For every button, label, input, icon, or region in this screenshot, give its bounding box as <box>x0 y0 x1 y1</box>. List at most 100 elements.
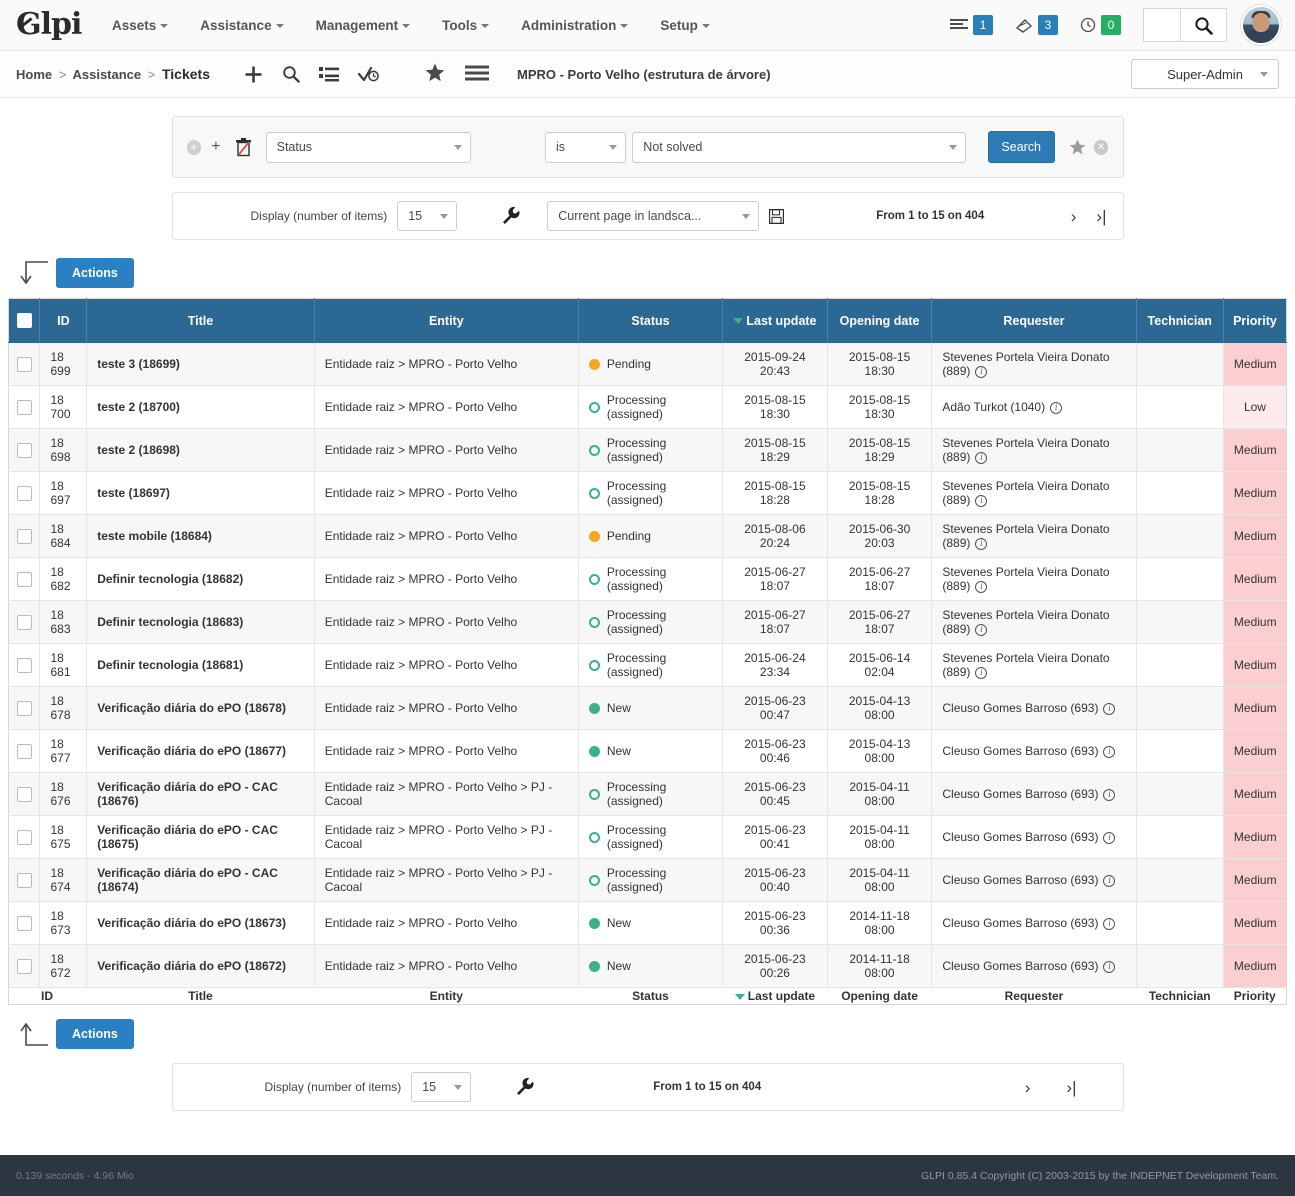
row-select-cell[interactable] <box>8 858 41 902</box>
plus-icon[interactable]: + <box>211 139 220 155</box>
column-footer-requester[interactable]: Requester <box>932 988 1136 1005</box>
cell-title[interactable]: Verificação diária do ePO (18678) <box>86 686 315 730</box>
actions-button-bottom[interactable]: Actions <box>56 1019 134 1049</box>
row-select-cell[interactable] <box>8 600 41 644</box>
row-select-cell[interactable] <box>8 643 41 687</box>
row-select-cell[interactable] <box>8 385 41 429</box>
table-row[interactable]: 18 676 Verificação diária do ePO - CAC (1… <box>8 772 1287 816</box>
info-icon[interactable]: i <box>1103 702 1116 715</box>
save-search-star-icon[interactable] <box>1069 139 1086 155</box>
breadcrumb-home[interactable]: Home <box>16 67 52 82</box>
export-format-select[interactable]: Current page in landsca... <box>547 201 760 231</box>
criteria-value-select[interactable]: Not solved <box>632 131 966 163</box>
cell-title[interactable]: Definir tecnologia (18682) <box>86 557 315 601</box>
info-icon[interactable]: i <box>1103 745 1116 758</box>
nav-item-setup[interactable]: Setup <box>644 1 726 50</box>
nav-item-management[interactable]: Management <box>300 1 427 50</box>
table-row[interactable]: 18 700 teste 2 (18700) Entidade raiz > MPR… <box>8 385 1287 429</box>
floppy-icon[interactable] <box>769 208 785 224</box>
row-checkbox[interactable] <box>16 958 32 974</box>
plus-icon[interactable] <box>244 65 263 84</box>
row-select-cell[interactable] <box>8 471 41 515</box>
user-avatar[interactable] <box>1241 5 1281 45</box>
info-icon[interactable]: i <box>975 580 988 593</box>
row-checkbox[interactable] <box>16 657 32 673</box>
column-header-last-update[interactable]: Last update <box>722 298 828 343</box>
cell-title[interactable]: teste 2 (18700) <box>86 385 315 429</box>
table-row[interactable]: 18 672 Verificação diária do ePO (18672) E… <box>8 944 1287 988</box>
criteria-field-select[interactable]: Status <box>265 131 471 163</box>
table-row[interactable]: 18 677 Verificação diária do ePO (18677) E… <box>8 729 1287 773</box>
row-select-cell[interactable] <box>8 815 41 859</box>
breadcrumb-assistance[interactable]: Assistance <box>72 67 141 82</box>
select-all-checkbox[interactable] <box>16 313 32 329</box>
column-header-id[interactable]: ID <box>39 298 88 343</box>
row-select-cell[interactable] <box>8 557 41 601</box>
column-footer-priority[interactable]: Priority <box>1223 988 1286 1005</box>
info-icon[interactable]: i <box>975 623 988 636</box>
table-row[interactable]: 18 683 Definir tecnologia (18683) Entidade… <box>8 600 1287 644</box>
actions-button-top[interactable]: Actions <box>56 258 134 288</box>
trash-icon[interactable] <box>235 137 252 157</box>
table-row[interactable]: 18 682 Definir tecnologia (18682) Entidade… <box>8 557 1287 601</box>
column-footer-id[interactable]: ID <box>40 988 87 1005</box>
cell-title[interactable]: teste (18697) <box>86 471 315 515</box>
row-select-cell[interactable] <box>8 901 41 945</box>
row-checkbox[interactable] <box>16 829 32 845</box>
global-search[interactable] <box>1143 8 1227 42</box>
counter-list[interactable]: 1 <box>950 15 993 35</box>
display-count-select[interactable]: 15 <box>397 201 458 231</box>
profile-selector[interactable]: Super-Admin <box>1131 59 1279 89</box>
info-icon[interactable]: i <box>975 666 988 679</box>
info-icon[interactable]: i <box>1050 401 1063 414</box>
select-all-checkbox-footer[interactable] <box>16 988 32 1004</box>
nav-item-administration[interactable]: Administration <box>505 1 644 50</box>
glpi-logo[interactable]: Glpi <box>12 10 84 40</box>
criteria-operator-select[interactable]: is <box>545 131 627 163</box>
column-header-entity[interactable]: Entity <box>314 298 579 343</box>
cell-title[interactable]: Verificação diária do ePO - CAC (18674) <box>86 858 315 902</box>
search-icon[interactable] <box>282 65 300 83</box>
column-footer-last-update[interactable]: Last update <box>723 988 828 1005</box>
cell-title[interactable]: Verificação diária do ePO (18677) <box>86 729 315 773</box>
row-checkbox[interactable] <box>16 872 32 888</box>
info-icon[interactable]: i <box>975 365 988 378</box>
table-row[interactable]: 18 673 Verificação diária do ePO (18673) E… <box>8 901 1287 945</box>
table-row[interactable]: 18 699 teste 3 (18699) Entidade raiz > MPR… <box>8 342 1287 386</box>
column-footer-entity[interactable]: Entity <box>314 988 578 1005</box>
nav-item-assistance[interactable]: Assistance <box>184 1 299 50</box>
info-icon[interactable]: i <box>975 451 988 464</box>
row-checkbox[interactable] <box>16 700 32 716</box>
global-search-button[interactable] <box>1180 9 1226 41</box>
chevron-right-icon[interactable]: › <box>1025 1079 1031 1096</box>
table-row[interactable]: 18 675 Verificação diária do ePO - CAC (1… <box>8 815 1287 859</box>
row-checkbox[interactable] <box>16 614 32 630</box>
row-select-cell[interactable] <box>8 944 41 988</box>
column-header-title[interactable]: Title <box>86 298 315 343</box>
list-icon[interactable] <box>318 66 339 82</box>
cell-title[interactable]: Definir tecnologia (18683) <box>86 600 315 644</box>
row-select-cell[interactable] <box>8 686 41 730</box>
table-row[interactable]: 18 698 teste 2 (18698) Entidade raiz > MPR… <box>8 428 1287 472</box>
info-icon[interactable]: i <box>1103 831 1116 844</box>
nav-item-tools[interactable]: Tools <box>426 1 505 50</box>
column-header-status[interactable]: Status <box>578 298 724 343</box>
display-count-select-bottom[interactable]: 15 <box>411 1072 472 1102</box>
counter-tickets[interactable]: 3 <box>1015 15 1058 35</box>
cell-title[interactable]: teste 2 (18698) <box>86 428 315 472</box>
cell-title[interactable]: Verificação diária do ePO - CAC (18676) <box>86 772 315 816</box>
last-page-icon[interactable]: ›| <box>1096 208 1106 225</box>
table-row[interactable]: 18 684 teste mobile (18684) Entidade raiz … <box>8 514 1287 558</box>
cell-title[interactable]: Verificação diária do ePO - CAC (18675) <box>86 815 315 859</box>
column-footer-opening-date[interactable]: Opening date <box>827 988 932 1005</box>
row-select-cell[interactable] <box>8 729 41 773</box>
column-footer-status[interactable]: Status <box>578 988 722 1005</box>
cell-title[interactable]: Definir tecnologia (18681) <box>86 643 315 687</box>
row-checkbox[interactable] <box>16 485 32 501</box>
global-search-input[interactable] <box>1144 9 1180 41</box>
info-icon[interactable]: i <box>1103 960 1116 973</box>
plus-circle-icon[interactable]: + <box>186 139 202 155</box>
info-icon[interactable]: i <box>975 494 988 507</box>
select-all-header[interactable] <box>8 298 41 343</box>
column-header-requester[interactable]: Requester <box>931 298 1137 343</box>
